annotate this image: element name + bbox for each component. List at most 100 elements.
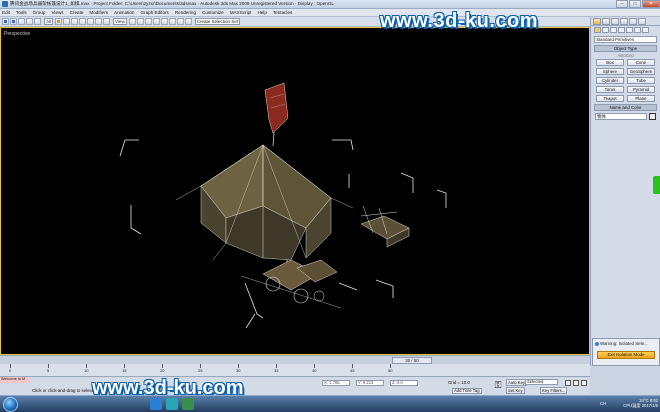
move-icon[interactable]	[87, 18, 95, 25]
close-button[interactable]: ✕	[642, 0, 660, 8]
object-name-field[interactable]: 物体	[595, 113, 647, 120]
set-key-icon[interactable]: ⚿	[492, 381, 504, 391]
menu-animation[interactable]: Animation	[114, 10, 134, 15]
minimize-button[interactable]: –	[616, 0, 628, 8]
menu-help[interactable]: Help	[257, 10, 266, 15]
display-tab-icon[interactable]	[629, 17, 637, 25]
menu-tentacles[interactable]: Tentacles	[273, 10, 292, 15]
menu-customize[interactable]: Customize	[202, 10, 224, 15]
scale-icon[interactable]	[103, 18, 111, 25]
object-type-rollout[interactable]: Object Type	[594, 45, 657, 52]
helpers-icon[interactable]	[626, 27, 633, 33]
time-slider-track[interactable]: 30 / 50	[0, 355, 590, 364]
add-time-tag-button[interactable]: Add Time Tag	[452, 388, 482, 394]
object-color-swatch[interactable]	[649, 113, 656, 120]
create-tab-icon[interactable]	[593, 17, 601, 25]
side-green-tab[interactable]	[653, 176, 660, 194]
menu-graph-editors[interactable]: Graph Editors	[140, 10, 168, 15]
pyramid-button[interactable]: Pyramid	[627, 86, 655, 93]
key-mode-dropdown[interactable]: Selected	[525, 379, 558, 385]
perspective-viewport[interactable]: Perspective	[0, 27, 590, 355]
x-coordinate-field[interactable]: X: 1.765	[322, 380, 350, 386]
link-icon[interactable]	[18, 18, 25, 25]
app-icon[interactable]	[2, 1, 8, 7]
tick-label: 10	[84, 368, 89, 373]
box-button[interactable]: Box	[596, 59, 624, 66]
hierarchy-tab-icon[interactable]	[611, 17, 619, 25]
named-selection-set-field[interactable]: Create Selection Set	[194, 18, 240, 25]
unlink-icon[interactable]	[26, 18, 33, 25]
geosphere-button[interactable]: GeoSphere	[627, 68, 655, 75]
go-to-start-icon[interactable]	[565, 380, 571, 386]
menu-group[interactable]: Group	[33, 10, 46, 15]
z-coordinate-field[interactable]: Z: 0.0	[390, 380, 418, 386]
menu-modifiers[interactable]: Modifiers	[89, 10, 108, 15]
lights-icon[interactable]	[610, 27, 617, 33]
tray-date[interactable]: 2017/1/8	[642, 403, 658, 408]
tube-button[interactable]: Tube	[627, 77, 655, 84]
rotate-icon[interactable]	[95, 18, 103, 25]
cone-button[interactable]: Cone	[627, 59, 655, 66]
select-object-icon[interactable]	[55, 18, 63, 25]
cameras-icon[interactable]	[618, 27, 625, 33]
menu-views[interactable]: Views	[51, 10, 63, 15]
maxscript-listener[interactable]: Welcome to M	[0, 377, 30, 383]
auto-key-button[interactable]: Auto Key	[506, 379, 527, 386]
track-bar[interactable]: 0 5 10 15 20 25 30 35 40 45 50	[0, 364, 590, 376]
redo-icon[interactable]	[10, 18, 17, 25]
viewport-label[interactable]: Perspective	[4, 31, 30, 37]
maximize-button[interactable]: □	[629, 0, 641, 8]
taskbar-app-icon[interactable]	[182, 398, 194, 410]
previous-frame-icon[interactable]	[573, 380, 579, 386]
percent-snap-icon[interactable]	[168, 18, 176, 25]
input-language[interactable]: CH	[600, 401, 606, 406]
keyboard-shortcut-icon[interactable]	[144, 18, 152, 25]
torus-button[interactable]: Torus	[596, 86, 624, 93]
cylinder-button[interactable]: Cylinder	[596, 77, 624, 84]
menu-edit[interactable]: Edit	[2, 10, 10, 15]
selection-filter-dropdown[interactable]: All	[44, 18, 54, 25]
edit-named-selection-icon[interactable]	[184, 18, 192, 25]
undo-icon[interactable]	[2, 18, 9, 25]
tent-model	[175, 144, 354, 279]
menu-create[interactable]: Create	[70, 10, 84, 15]
select-by-name-icon[interactable]	[63, 18, 71, 25]
menu-rendering[interactable]: Rendering	[175, 10, 196, 15]
bind-space-warp-icon[interactable]	[34, 18, 41, 25]
command-panel-tabs	[591, 17, 660, 26]
reference-coord-dropdown[interactable]: View	[113, 18, 127, 25]
time-slider[interactable]: 30 / 50	[392, 357, 432, 364]
modify-tab-icon[interactable]	[602, 17, 610, 25]
spinner-snap-icon[interactable]	[176, 18, 184, 25]
play-icon[interactable]	[581, 380, 587, 386]
exit-isolation-button[interactable]: Exit Isolation Mode	[597, 351, 655, 359]
rect-selection-icon[interactable]	[71, 18, 79, 25]
sphere-button[interactable]: Sphere	[596, 68, 624, 75]
warning-text: Warning: Isolated Sele...	[600, 341, 648, 346]
snaps-toggle-icon[interactable]	[152, 18, 160, 25]
menu-maxscript[interactable]: MAXScript	[230, 10, 252, 15]
teapot-button[interactable]: Teapot	[596, 95, 624, 102]
cart-model	[240, 259, 342, 309]
name-and-color-rollout[interactable]: Name and Color	[594, 104, 657, 111]
y-coordinate-field[interactable]: Y: 9.213	[356, 380, 384, 386]
primitive-type-dropdown[interactable]: Standard Primitives	[594, 36, 657, 43]
key-filters-button[interactable]: Key Filters...	[540, 387, 568, 394]
manipulate-icon[interactable]	[136, 18, 144, 25]
taskbar-app-icon[interactable]	[166, 398, 178, 410]
plane-button[interactable]: Plane	[627, 95, 655, 102]
shapes-icon[interactable]	[602, 27, 609, 33]
taskbar-app-icon[interactable]	[150, 398, 162, 410]
set-key-button[interactable]: Set Key	[506, 387, 525, 394]
angle-snap-icon[interactable]	[160, 18, 168, 25]
pivot-center-icon[interactable]	[128, 18, 136, 25]
window-crossing-icon[interactable]	[79, 18, 87, 25]
status-bar: Click or click-and-drag to select object…	[0, 376, 590, 395]
geometry-icon[interactable]	[594, 27, 601, 33]
motion-tab-icon[interactable]	[620, 17, 628, 25]
space-warps-icon[interactable]	[634, 27, 641, 33]
menu-tools[interactable]: Tools	[16, 10, 27, 15]
start-button[interactable]	[3, 397, 18, 412]
systems-icon[interactable]	[642, 27, 649, 33]
utilities-tab-icon[interactable]	[638, 17, 646, 25]
